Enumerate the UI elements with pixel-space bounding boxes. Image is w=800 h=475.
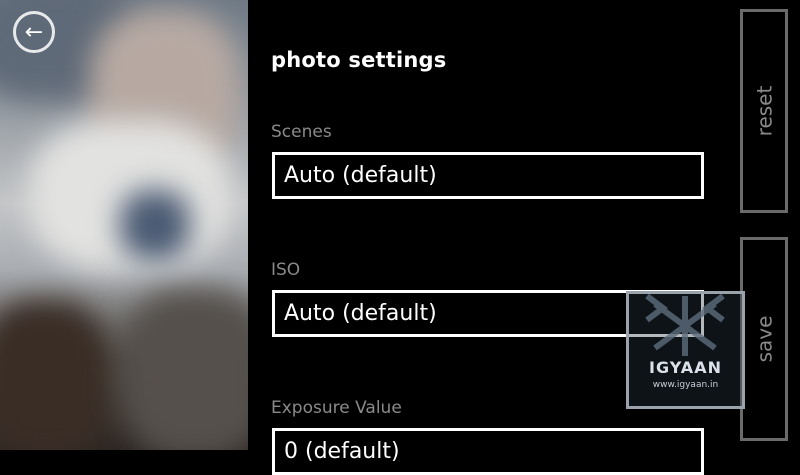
reset-label: reset xyxy=(752,85,776,137)
exposure-value-picker[interactable]: 0 (default) xyxy=(272,428,704,475)
arrow-left-icon: ← xyxy=(24,19,44,45)
camera-viewfinder: ← xyxy=(0,0,248,450)
page-title: photo settings xyxy=(271,48,447,72)
igyaan-watermark: IGYAAN www.igyaan.in xyxy=(626,291,745,409)
back-button[interactable]: ← xyxy=(13,11,55,53)
save-button[interactable]: save xyxy=(740,237,788,441)
iso-label: ISO xyxy=(271,260,301,280)
watermark-brand: IGYAAN xyxy=(649,358,722,377)
save-label: save xyxy=(752,315,777,363)
scenes-label: Scenes xyxy=(271,122,332,142)
watermark-url: www.igyaan.in xyxy=(652,380,719,390)
scenes-picker[interactable]: Auto (default) xyxy=(272,152,704,199)
reset-button[interactable]: reset xyxy=(740,9,788,213)
watermark-logo-icon xyxy=(645,294,725,356)
exposure-value-label: Exposure Value xyxy=(271,398,402,418)
